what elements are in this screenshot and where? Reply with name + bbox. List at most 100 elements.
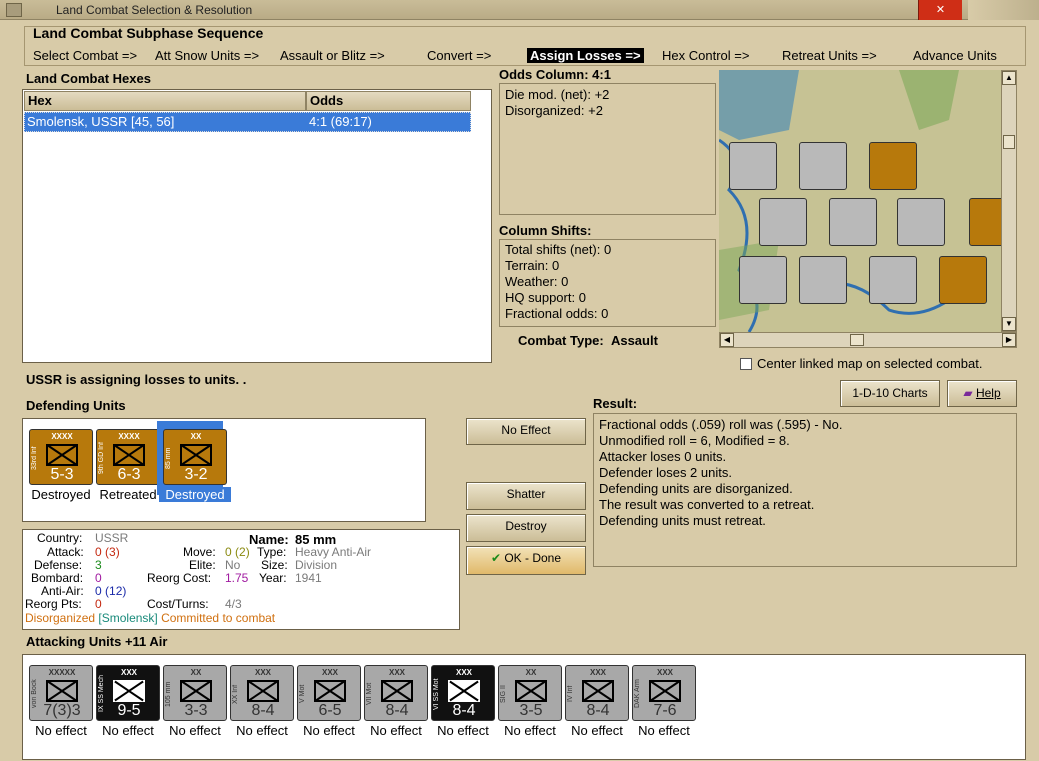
reorg-pts-value: 0 bbox=[95, 597, 102, 611]
unit-type-symbol bbox=[448, 680, 480, 702]
unit-strength: 8-4 bbox=[385, 702, 409, 719]
scroll-down-icon[interactable]: ▼ bbox=[1002, 317, 1016, 331]
unit-result-caption: No effect bbox=[35, 723, 87, 738]
map-unit-counter[interactable] bbox=[969, 198, 1001, 246]
unit-counter[interactable]: XX 85 mm 3-2 bbox=[163, 429, 227, 485]
unit-counter[interactable]: XXXX 33rd Inf 5-3 bbox=[29, 429, 93, 485]
unit-strength: 9-5 bbox=[117, 702, 141, 719]
unit-counter[interactable]: XXX IV Inf 8-4 bbox=[565, 665, 629, 721]
unit-counter[interactable]: XXX IX SS Mech 9-5 bbox=[96, 665, 160, 721]
unit-counter[interactable]: XXX XX Inf 8-4 bbox=[230, 665, 294, 721]
title-bar: Land Combat Selection & Resolution ✕ bbox=[0, 0, 1039, 20]
attacking-units-panel: XXXXX von Bock 7(3)3 No effect XXX IX SS Mech… bbox=[22, 654, 1026, 760]
scroll-left-icon[interactable]: ◀ bbox=[720, 333, 734, 347]
unit-counter[interactable]: XXX DAK Arm 7-6 bbox=[632, 665, 696, 721]
result-line: Defending units must retreat. bbox=[599, 513, 766, 528]
unit-strength: 8-4 bbox=[452, 702, 476, 719]
help-button[interactable]: ▰ Help bbox=[947, 380, 1017, 407]
unit-result-caption: Destroyed bbox=[31, 487, 91, 502]
sequence-step-3: Assault or Blitz => bbox=[280, 48, 385, 63]
unit-size: XXX bbox=[254, 668, 271, 677]
committed-status: Committed to combat bbox=[161, 611, 276, 625]
unit-size: XXX bbox=[656, 668, 673, 677]
cost-turns-label: Cost/Turns: bbox=[147, 597, 209, 611]
unit-size: XXX bbox=[388, 668, 405, 677]
unit-counter[interactable]: XXX VII Mot 8-4 bbox=[364, 665, 428, 721]
unit-strength: 5-3 bbox=[50, 466, 74, 483]
unit-status-line: Disorganized [Smolensk] Committed to com… bbox=[25, 612, 275, 625]
title-bar-right bbox=[968, 0, 1039, 20]
unit-result-caption: No effect bbox=[236, 723, 288, 738]
status-text: USSR is assigning losses to units. . bbox=[26, 372, 247, 387]
linked-map[interactable] bbox=[719, 70, 1001, 332]
shatter-button[interactable]: Shatter bbox=[466, 482, 586, 510]
odds-line: Disorganized: +2 bbox=[505, 103, 603, 118]
unit-strength: 3-5 bbox=[519, 702, 543, 719]
charts-button[interactable]: 1-D-10 Charts bbox=[840, 380, 940, 407]
map-horizontal-scrollbar[interactable]: ◀ ▶ bbox=[719, 332, 1017, 348]
map-vscroll-thumb[interactable] bbox=[1003, 135, 1015, 149]
defending-units-panel: XXXX 33rd Inf 5-3 Destroyed XXXX 9th GD Inf 6-… bbox=[22, 418, 426, 522]
result-line: Defender loses 2 units. bbox=[599, 465, 732, 480]
map-unit-counter[interactable] bbox=[939, 256, 987, 304]
center-linked-checkbox[interactable] bbox=[740, 358, 752, 370]
map-unit-counter[interactable] bbox=[869, 256, 917, 304]
map-unit-counter[interactable] bbox=[897, 198, 945, 246]
unit-counter[interactable]: XXXX 9th GD Inf 6-3 bbox=[96, 429, 160, 485]
hex-column-header[interactable]: Hex bbox=[24, 91, 306, 111]
map-unit-counter[interactable] bbox=[739, 256, 787, 304]
destroy-button[interactable]: Destroy bbox=[466, 514, 586, 542]
unit-counter[interactable]: XXX VI SS Mot 8-4 bbox=[431, 665, 495, 721]
reorg-cost-label: Reorg Cost: bbox=[147, 571, 212, 585]
table-row[interactable]: Smolensk, USSR [45, 56] 4:1 (69:17) bbox=[24, 112, 471, 132]
unit-size: XXX bbox=[120, 668, 137, 677]
map-unit-counter[interactable] bbox=[799, 142, 847, 190]
scroll-up-icon[interactable]: ▲ bbox=[1002, 71, 1016, 85]
cost-turns-value: 4/3 bbox=[225, 597, 242, 611]
unit-counter[interactable]: XX SIG II 3-5 bbox=[498, 665, 562, 721]
unit-result-caption: No effect bbox=[370, 723, 422, 738]
unit-type-symbol bbox=[180, 444, 212, 466]
map-unit-counter[interactable] bbox=[759, 198, 807, 246]
map-unit-counter[interactable] bbox=[799, 256, 847, 304]
location-status: [Smolensk] bbox=[98, 611, 158, 625]
map-vertical-scrollbar[interactable]: ▲ ▼ bbox=[1001, 70, 1017, 332]
unit-strength: 3-2 bbox=[184, 466, 208, 483]
shift-line: Fractional odds: 0 bbox=[505, 306, 609, 321]
map-unit-counter[interactable] bbox=[829, 198, 877, 246]
unit-strength: 7-6 bbox=[653, 702, 677, 719]
close-icon[interactable]: ✕ bbox=[918, 0, 962, 20]
hexes-table: Hex Odds Smolensk, USSR [45, 56] 4:1 (69… bbox=[22, 89, 492, 363]
unit-size: XXX bbox=[455, 668, 472, 677]
unit-size: XXXX bbox=[51, 432, 73, 441]
shift-line: Weather: 0 bbox=[505, 274, 569, 289]
unit-size: XX bbox=[190, 432, 202, 441]
help-label: Help bbox=[975, 386, 1001, 400]
unit-strength: 6-3 bbox=[117, 466, 141, 483]
unit-size: XXXX bbox=[118, 432, 140, 441]
unit-counter[interactable]: XX 105 mm 3-3 bbox=[163, 665, 227, 721]
odds-column-header[interactable]: Odds bbox=[306, 91, 471, 111]
map-unit-counter[interactable] bbox=[869, 142, 917, 190]
unit-counter[interactable]: XXX V Mot 6-5 bbox=[297, 665, 361, 721]
unit-type-symbol bbox=[113, 444, 145, 466]
sequence-step-2: Att Snow Units => bbox=[155, 48, 260, 63]
reorg-pts-label: Reorg Pts: bbox=[25, 597, 82, 611]
odds-cell: 4:1 (69:17) bbox=[309, 114, 372, 129]
ok-done-label: OK - Done bbox=[504, 551, 562, 565]
unit-result-caption: No effect bbox=[303, 723, 355, 738]
sequence-step-4: Convert => bbox=[427, 48, 492, 63]
map-hscroll-thumb[interactable] bbox=[850, 334, 864, 346]
map-unit-counter[interactable] bbox=[729, 142, 777, 190]
result-heading: Result: bbox=[593, 396, 638, 411]
no-effect-button[interactable]: No Effect bbox=[466, 418, 586, 445]
scroll-right-icon[interactable]: ▶ bbox=[1002, 333, 1016, 347]
reorg-cost-value: 1.75 bbox=[225, 571, 249, 585]
combat-type-value: Assault bbox=[610, 333, 658, 348]
sequence-step-5: Assign Losses => bbox=[527, 48, 644, 63]
unit-strength: 8-4 bbox=[586, 702, 610, 719]
unit-counter[interactable]: XXXXX von Bock 7(3)3 bbox=[29, 665, 93, 721]
ok-done-button[interactable]: ✔ OK - Done bbox=[466, 546, 586, 575]
unit-type-symbol bbox=[46, 444, 78, 466]
unit-result-caption: No effect bbox=[102, 723, 154, 738]
